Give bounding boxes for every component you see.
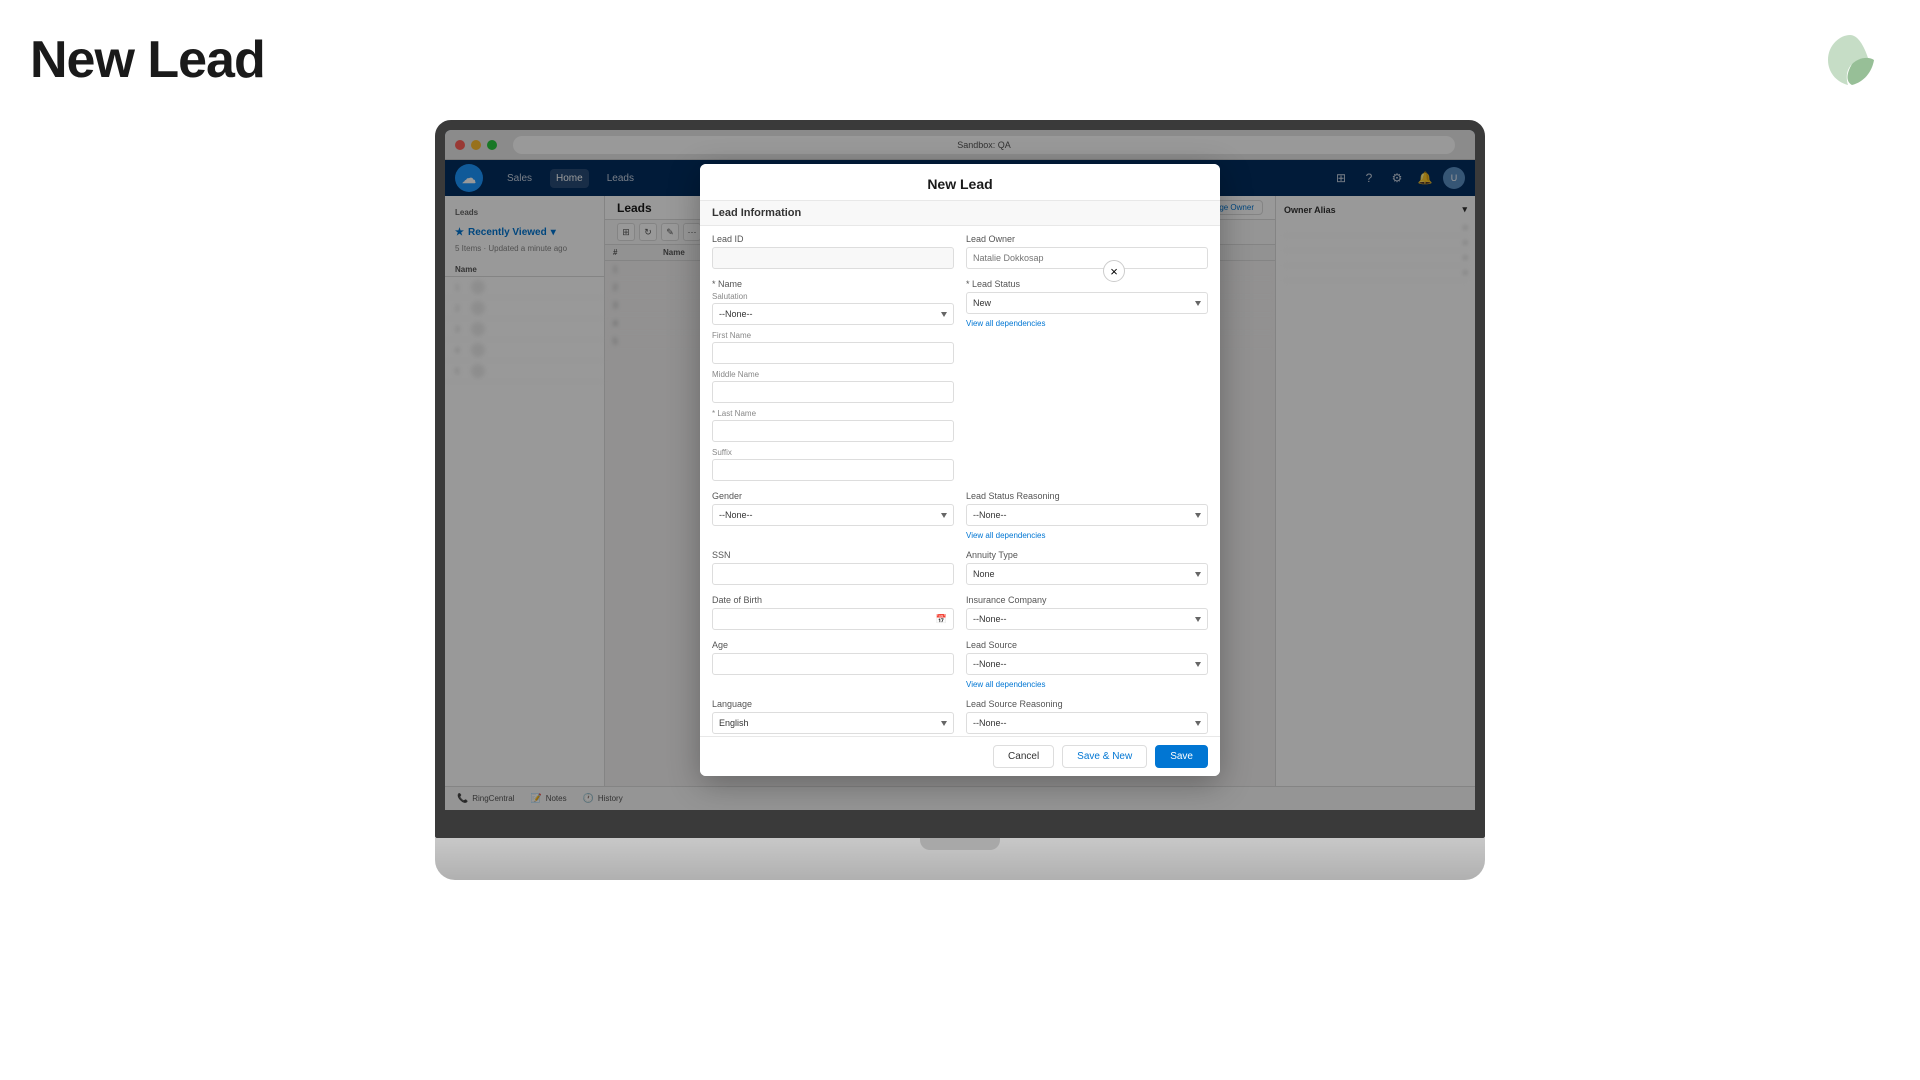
form-field-age: Age <box>712 640 954 689</box>
form-field-annuity-type: Annuity Type None <box>966 550 1208 585</box>
form-field-lead-status-reasoning: Lead Status Reasoning --None-- View all … <box>966 491 1208 540</box>
form-field-ssn: SSN <box>712 550 954 585</box>
form-field-lead-owner: Lead Owner <box>966 234 1208 269</box>
middle-name-row: Middle Name <box>712 370 954 403</box>
salutation-row: Salutation --None-- <box>712 292 954 325</box>
lead-source-select[interactable]: --None-- <box>966 653 1208 675</box>
age-input[interactable] <box>712 653 954 675</box>
lead-source-reasoning-select[interactable]: --None-- <box>966 712 1208 734</box>
modal-body: Lead Information Lead ID Lead O <box>700 201 1220 736</box>
last-name-row: * Last Name <box>712 409 954 442</box>
name-label: * Name <box>712 279 954 289</box>
salutation-sublabel: Salutation <box>712 292 954 301</box>
name-label-text: * Name <box>712 279 742 289</box>
form-field-gender: Gender --None-- <box>712 491 954 540</box>
modal-form: Lead ID Lead Owner <box>700 226 1220 736</box>
last-name-input[interactable] <box>712 420 954 442</box>
page-title: New Lead <box>30 30 265 90</box>
laptop-trackpad-notch <box>920 838 1000 850</box>
modal-dialog: New Lead Lead Information Lead ID <box>700 164 1220 776</box>
middle-name-input[interactable] <box>712 381 954 403</box>
language-label: Language <box>712 699 954 709</box>
suffix-row: Suffix <box>712 448 954 481</box>
middle-name-sublabel: Middle Name <box>712 370 954 379</box>
dob-input-wrapper[interactable]: 📅 <box>712 608 954 630</box>
lead-source-reasoning-label: Lead Source Reasoning <box>966 699 1208 709</box>
laptop-hinge <box>435 820 1485 838</box>
form-field-lead-source-reasoning: Lead Source Reasoning --None-- View all … <box>966 699 1208 736</box>
suffix-input[interactable] <box>712 459 954 481</box>
lead-status-reasoning-label: Lead Status Reasoning <box>966 491 1208 501</box>
view-dependencies3-link[interactable]: View all dependencies <box>966 680 1208 689</box>
first-name-sublabel: First Name <box>712 331 954 340</box>
save-button[interactable]: Save <box>1155 745 1208 768</box>
modal-overlay: × New Lead Lead Information <box>445 130 1475 810</box>
modal-close-button[interactable]: × <box>1103 260 1125 282</box>
lead-owner-input[interactable] <box>966 247 1208 269</box>
first-name-input[interactable] <box>712 342 954 364</box>
ssn-label: SSN <box>712 550 954 560</box>
view-dependencies-link[interactable]: View all dependencies <box>966 319 1208 328</box>
lead-status-label: * Lead Status <box>966 279 1208 289</box>
salesforce-app: ☁ Sales Home Leads ⊞ ? ⚙ 🔔 U <box>445 160 1475 810</box>
laptop-screen-body: Sandbox: QA ☁ Sales Home Leads ⊞ ? ⚙ <box>435 120 1485 820</box>
laptop-screen: Sandbox: QA ☁ Sales Home Leads ⊞ ? ⚙ <box>445 130 1475 810</box>
save-new-button[interactable]: Save & New <box>1062 745 1147 768</box>
age-label: Age <box>712 640 954 650</box>
form-field-dob: Date of Birth 📅 <box>712 595 954 630</box>
form-field-lead-id: Lead ID <box>712 234 954 269</box>
view-dependencies2-link[interactable]: View all dependencies <box>966 531 1208 540</box>
form-field-lead-source: Lead Source --None-- View all dependenci… <box>966 640 1208 689</box>
lead-status-reasoning-select[interactable]: --None-- <box>966 504 1208 526</box>
form-row-age-leadsource: Age Lead Source --None-- View all dep <box>712 640 1208 689</box>
form-row-language-reasoning: Language English Lead Source Reasoning <box>712 699 1208 736</box>
form-row-name-status: * Name Salutation --None-- <box>712 279 1208 481</box>
annuity-type-select[interactable]: None <box>966 563 1208 585</box>
lead-status-section: New View all dependencies <box>966 292 1208 328</box>
laptop-container: Sandbox: QA ☁ Sales Home Leads ⊞ ? ⚙ <box>435 120 1485 880</box>
lead-status-select[interactable]: New <box>966 292 1208 314</box>
language-select[interactable]: English <box>712 712 954 734</box>
lead-id-input[interactable] <box>712 247 954 269</box>
annuity-type-label: Annuity Type <box>966 550 1208 560</box>
laptop-palmrest <box>435 838 1485 880</box>
insurance-company-label: Insurance Company <box>966 595 1208 605</box>
gender-select[interactable]: --None-- <box>712 504 954 526</box>
lead-id-label: Lead ID <box>712 234 954 244</box>
app-logo <box>1820 30 1880 90</box>
form-field-language: Language English <box>712 699 954 736</box>
form-field-lead-status: * Lead Status New View all dependencies <box>966 279 1208 481</box>
dob-input[interactable] <box>719 614 936 624</box>
modal-footer: Cancel Save & New Save <box>700 736 1220 776</box>
name-subfields: Salutation --None-- First Name <box>712 292 954 481</box>
form-row-lead-id-owner: Lead ID Lead Owner <box>712 234 1208 269</box>
gender-label: Gender <box>712 491 954 501</box>
last-name-sublabel: * Last Name <box>712 409 954 418</box>
form-row-dob-insurance: Date of Birth 📅 Insurance Company <box>712 595 1208 630</box>
cancel-button[interactable]: Cancel <box>993 745 1054 768</box>
modal-section-header: Lead Information <box>700 201 1220 226</box>
first-name-row: First Name <box>712 331 954 364</box>
form-field-insurance-company: Insurance Company --None-- <box>966 595 1208 630</box>
laptop-base <box>435 820 1485 880</box>
insurance-company-select[interactable]: --None-- <box>966 608 1208 630</box>
salutation-select[interactable]: --None-- <box>712 303 954 325</box>
calendar-icon: 📅 <box>936 614 947 625</box>
modal-title: New Lead <box>927 176 992 192</box>
form-row-gender-reasoning: Gender --None-- Lead Status Reasoning <box>712 491 1208 540</box>
suffix-sublabel: Suffix <box>712 448 954 457</box>
modal-title-bar: New Lead <box>700 164 1220 201</box>
dob-label: Date of Birth <box>712 595 954 605</box>
lead-source-label: Lead Source <box>966 640 1208 650</box>
ssn-input[interactable] <box>712 563 954 585</box>
form-field-name: * Name Salutation --None-- <box>712 279 954 481</box>
form-row-ssn-annuity: SSN Annuity Type None <box>712 550 1208 585</box>
lead-owner-label: Lead Owner <box>966 234 1208 244</box>
